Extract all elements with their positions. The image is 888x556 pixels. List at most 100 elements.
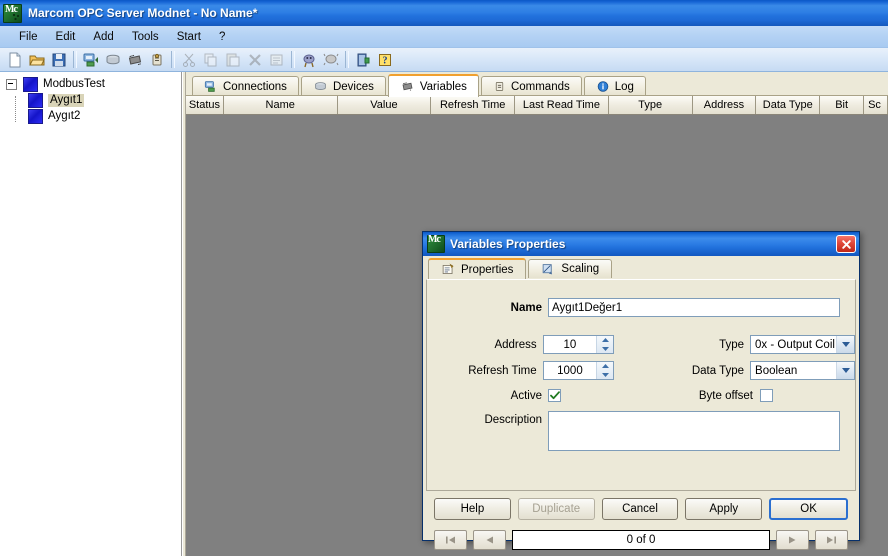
spin-down-icon[interactable] <box>597 345 613 354</box>
stop-icon[interactable] <box>320 49 342 70</box>
refresh-time-spin-buttons[interactable] <box>596 362 614 380</box>
record-position-field[interactable]: 0 of 0 <box>512 530 770 550</box>
marcom-app-icon <box>3 3 22 23</box>
name-input-value: Aygıt1Değer1 <box>552 301 623 314</box>
connections-icon <box>204 80 218 93</box>
tab-label: Connections <box>223 80 287 93</box>
ok-button[interactable]: OK <box>769 498 848 520</box>
node-square-icon <box>23 76 38 92</box>
svg-text:?: ? <box>383 55 388 66</box>
column-header-status[interactable]: Status <box>186 96 224 114</box>
previous-record-icon <box>486 536 493 544</box>
variables-grid-header: Status Name Value Refresh Time Last Read… <box>186 96 888 115</box>
tab-label: Devices <box>332 80 374 93</box>
spin-up-icon[interactable] <box>597 336 613 345</box>
log-info-icon <box>596 80 610 93</box>
apply-button[interactable]: Apply <box>685 498 763 520</box>
address-stepper[interactable]: 10 <box>542 335 615 354</box>
column-header-bit[interactable]: Bit <box>820 96 865 114</box>
column-header-refresh-time[interactable]: Refresh Time <box>431 96 516 114</box>
add-device-icon[interactable] <box>102 49 124 70</box>
data-type-select[interactable]: Boolean <box>750 361 855 380</box>
menu-help[interactable]: ? <box>210 29 234 45</box>
type-label: Type <box>719 338 745 351</box>
dialog-tab-scaling[interactable]: Scaling <box>528 259 613 278</box>
menu-edit[interactable]: Edit <box>47 29 85 45</box>
address-spin-buttons[interactable] <box>596 336 614 354</box>
cancel-button[interactable]: Cancel <box>601 498 679 520</box>
refresh-time-label: Refresh Time <box>468 364 537 377</box>
dialog-properties-panel: Name Aygıt1Değer1 Address 10 Type 0x - O… <box>426 279 856 491</box>
exit-door-icon[interactable] <box>352 49 374 70</box>
close-icon[interactable] <box>836 235 856 253</box>
dialog-app-icon <box>427 234 445 253</box>
name-label: Name <box>510 301 542 314</box>
toolbar-separator <box>171 51 175 68</box>
tree-child-label: Aygıt2 <box>48 109 81 122</box>
save-disk-icon[interactable] <box>48 49 70 70</box>
menu-start[interactable]: Start <box>168 29 210 45</box>
active-label: Active <box>510 389 542 402</box>
project-tree[interactable]: ModbusTest Aygıt1 Aygıt2 <box>0 72 182 556</box>
menu-tools[interactable]: Tools <box>123 29 168 45</box>
address-label: Address <box>494 338 537 351</box>
dialog-tab-label: Scaling <box>561 263 600 275</box>
dialog-tabstrip: Properties Scaling <box>423 256 859 279</box>
refresh-time-stepper[interactable]: 1000 <box>542 361 615 380</box>
toolbar-separator <box>73 51 77 68</box>
app-icon-dots <box>12 13 20 20</box>
content-tabstrip: Connections Devices Variables Commands L… <box>186 72 888 97</box>
dialog-title: Variables Properties <box>450 237 566 251</box>
help-button[interactable]: Help <box>434 498 511 520</box>
active-checkbox[interactable] <box>548 389 561 402</box>
column-header-last-read-time[interactable]: Last Read Time <box>515 96 609 114</box>
tab-log[interactable]: Log <box>583 76 646 96</box>
dialog-button-row: Help Duplicate Cancel Apply OK <box>426 498 856 520</box>
tree-node-root[interactable]: ModbusTest <box>0 76 181 92</box>
tab-devices[interactable]: Devices <box>300 76 386 96</box>
spin-down-icon[interactable] <box>597 371 613 380</box>
duplicate-button: Duplicate <box>517 498 595 520</box>
menu-add[interactable]: Add <box>84 29 122 45</box>
column-header-type[interactable]: Type <box>608 96 693 114</box>
column-header-address[interactable]: Address <box>692 96 757 114</box>
delete-x-icon <box>244 49 266 70</box>
devices-icon <box>313 80 328 93</box>
address-value: 10 <box>563 338 577 351</box>
tab-label: Commands <box>510 80 570 93</box>
new-file-icon[interactable] <box>4 49 26 70</box>
application-window: Marcom OPC Server Modnet - No Name* File… <box>0 0 888 556</box>
column-header-data-type[interactable]: Data Type <box>756 96 821 114</box>
last-record-icon <box>827 536 836 544</box>
add-variable-icon[interactable] <box>124 49 146 70</box>
description-label: Description <box>484 414 542 426</box>
tree-node-aygit1[interactable]: Aygıt1 <box>0 92 181 108</box>
type-select[interactable]: 0x - Output Coil <box>750 335 855 354</box>
next-record-button <box>776 530 809 550</box>
chevron-down-icon[interactable] <box>836 336 854 353</box>
byte-offset-checkbox[interactable] <box>760 389 773 402</box>
first-record-button <box>434 530 467 550</box>
paste-icon <box>222 49 244 70</box>
column-header-value[interactable]: Value <box>337 96 432 114</box>
start-icon[interactable] <box>298 49 320 70</box>
chevron-down-icon[interactable] <box>836 362 854 379</box>
tree-node-aygit2[interactable]: Aygıt2 <box>0 108 181 124</box>
tab-commands[interactable]: Commands <box>480 76 582 96</box>
column-header-name[interactable]: Name <box>223 96 338 114</box>
tab-connections[interactable]: Connections <box>192 76 299 96</box>
open-folder-icon[interactable] <box>26 49 48 70</box>
collapse-expander-icon[interactable] <box>6 78 17 90</box>
menu-file[interactable]: File <box>10 29 47 45</box>
description-textarea[interactable] <box>548 411 840 451</box>
checkmark-icon <box>549 391 560 400</box>
name-input[interactable]: Aygıt1Değer1 <box>548 298 840 317</box>
spin-up-icon[interactable] <box>597 362 613 371</box>
column-header-scaling[interactable]: Sc <box>864 96 888 114</box>
dialog-tab-properties[interactable]: Properties <box>428 258 527 279</box>
type-value: 0x - Output Coil <box>755 338 835 351</box>
add-command-icon[interactable] <box>146 49 168 70</box>
help-question-icon[interactable]: ? <box>374 49 396 70</box>
add-connection-icon[interactable] <box>80 49 102 70</box>
tab-variables[interactable]: Variables <box>387 74 479 97</box>
